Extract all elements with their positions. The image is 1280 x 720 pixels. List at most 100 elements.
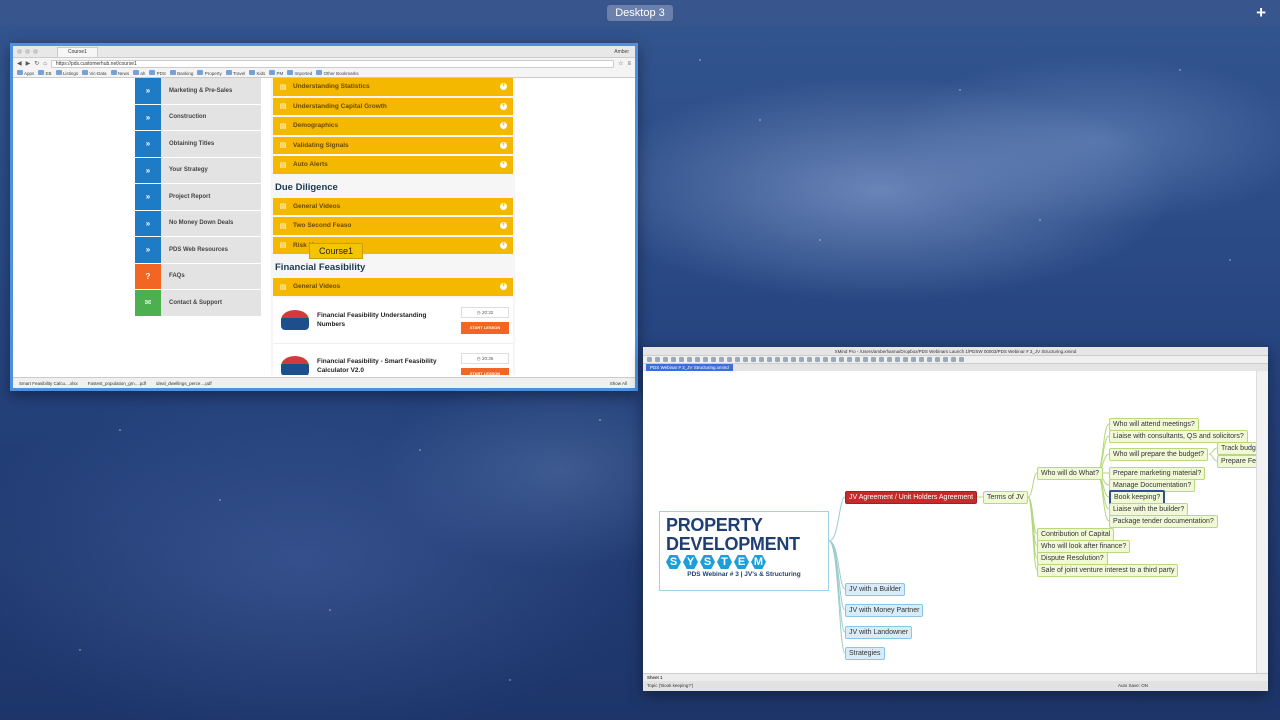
show-all-downloads-button[interactable]: Show All xyxy=(610,381,627,386)
bookmark-item[interactable]: Banking xyxy=(169,70,193,76)
toolbar-icon[interactable] xyxy=(791,357,796,362)
sheet-tab[interactable]: Sheet 1 xyxy=(643,673,1268,681)
sidebar-item[interactable]: » Marketing & Pre-Sales xyxy=(135,78,261,105)
toolbar-icon[interactable] xyxy=(647,357,652,362)
browser-tab[interactable]: Course1 xyxy=(57,46,98,57)
bookmark-item[interactable]: Imported xyxy=(287,70,312,76)
expand-icon[interactable]: + xyxy=(500,283,507,291)
toolbar-icon[interactable] xyxy=(879,357,884,362)
toolbar-icon[interactable] xyxy=(775,357,780,362)
toolbar-icon[interactable] xyxy=(727,357,732,362)
toolbar-icon[interactable] xyxy=(751,357,756,362)
lesson-row[interactable]: ▤ General Videos + xyxy=(273,197,513,215)
sidebar-item[interactable]: » Obtaining Titles xyxy=(135,131,261,158)
toolbar-icon[interactable] xyxy=(719,357,724,362)
toolbar-icon[interactable] xyxy=(687,357,692,362)
home-icon[interactable]: ⌂ xyxy=(43,61,47,67)
back-icon[interactable]: ◀ xyxy=(17,60,22,67)
toolbar-icon[interactable] xyxy=(679,357,684,362)
toolbar-icon[interactable] xyxy=(767,357,772,362)
bookmark-item[interactable]: PM xyxy=(269,70,283,76)
bookmark-item[interactable]: Kids xyxy=(249,70,265,76)
minimize-icon[interactable] xyxy=(25,49,30,54)
toolbar-icon[interactable] xyxy=(911,357,916,362)
sidebar-item[interactable]: ? FAQs xyxy=(135,263,261,290)
toolbar-icon[interactable] xyxy=(871,357,876,362)
expand-icon[interactable]: + xyxy=(500,161,507,169)
toolbar-icon[interactable] xyxy=(943,357,948,362)
mindmap-canvas[interactable]: PROPERTY DEVELOPMENT SYSTEM PDS Webinar … xyxy=(643,371,1264,675)
start-lesson-button[interactable]: START LESSON xyxy=(461,321,509,334)
sidebar-item[interactable]: » PDS Web Resources xyxy=(135,237,261,264)
toolbar-icon[interactable] xyxy=(671,357,676,362)
menu-icon[interactable]: ≡ xyxy=(627,61,631,67)
close-icon[interactable] xyxy=(17,49,22,54)
toolbar-icon[interactable] xyxy=(855,357,860,362)
star-icon[interactable]: ☆ xyxy=(618,60,623,67)
xmind-file-tab[interactable]: PDS Webinar # 3_JV Structuring.xmind xyxy=(646,364,733,371)
toolbar-icon[interactable] xyxy=(951,357,956,362)
vertical-scrollbar[interactable] xyxy=(1256,371,1268,675)
toolbar-icon[interactable] xyxy=(863,357,868,362)
toolbar-icon[interactable] xyxy=(815,357,820,362)
profile-label[interactable]: Amber xyxy=(614,49,629,55)
toolbar-icon[interactable] xyxy=(743,357,748,362)
toolbar-icon[interactable] xyxy=(823,357,828,362)
download-item[interactable]: ideal_dwellings_perce....pdf xyxy=(156,381,212,386)
lesson-row[interactable]: ▤ Auto Alerts + xyxy=(273,156,513,174)
node-prepare-budget[interactable]: Who will prepare the budget? xyxy=(1109,448,1209,461)
expand-icon[interactable]: + xyxy=(500,202,507,210)
bookmark-item[interactable]: Property xyxy=(197,70,222,76)
toolbar-icon[interactable] xyxy=(807,357,812,362)
toolbar-icon[interactable] xyxy=(735,357,740,362)
node-jv-agreement[interactable]: JV Agreement / Unit Holders Agreement xyxy=(845,491,978,504)
node-jv-money-partner[interactable]: JV with Money Partner xyxy=(845,604,924,617)
expand-icon[interactable]: + xyxy=(500,222,507,230)
lesson-row[interactable]: ▤ Demographics + xyxy=(273,117,513,135)
bookmark-item[interactable]: Travel xyxy=(225,70,245,76)
lesson-row[interactable]: ▤ Understanding Capital Growth + xyxy=(273,97,513,115)
url-input[interactable]: https://pds.customerhub.net/course1 xyxy=(50,59,615,68)
browser-window[interactable]: Course1 Amber ◀ ▶ ↻ ⌂ https://pds.custom… xyxy=(10,43,638,391)
node-who-do-what[interactable]: Who will do What? xyxy=(1037,467,1103,480)
expand-icon[interactable]: + xyxy=(500,241,507,249)
toolbar-icon[interactable] xyxy=(887,357,892,362)
node-tender-documentation[interactable]: Package tender documentation? xyxy=(1109,515,1218,528)
toolbar-icon[interactable] xyxy=(783,357,788,362)
toolbar-icon[interactable] xyxy=(655,357,660,362)
bookmark-item[interactable]: Vic-Data xyxy=(82,70,107,76)
bookmark-item[interactable]: ah xyxy=(133,70,145,76)
bookmark-item[interactable]: Other Bookmarks xyxy=(316,70,359,76)
expand-icon[interactable]: + xyxy=(500,83,507,91)
toolbar-icon[interactable] xyxy=(711,357,716,362)
toolbar-icon[interactable] xyxy=(959,357,964,362)
toolbar-icon[interactable] xyxy=(799,357,804,362)
node-terms-of-jv[interactable]: Terms of JV xyxy=(983,491,1028,504)
sidebar-item[interactable]: » No Money Down Deals xyxy=(135,210,261,237)
node-sale-jv-interest[interactable]: Sale of joint venture interest to a thir… xyxy=(1037,564,1179,577)
lesson-row[interactable]: ▤ Validating Signals + xyxy=(273,136,513,154)
download-item[interactable]: Fastest_population_grn....pdf xyxy=(88,381,146,386)
lesson-row[interactable]: ▤ Two Second Feaso + xyxy=(273,217,513,235)
node-jv-landowner[interactable]: JV with Landowner xyxy=(845,626,913,639)
download-item[interactable]: Smart Feasibility Calcu....xlsx xyxy=(19,381,78,386)
lesson-row[interactable]: ▤ General Videos + xyxy=(273,278,513,296)
toolbar-icon[interactable] xyxy=(839,357,844,362)
bookmark-item[interactable]: Listings xyxy=(55,70,78,76)
sidebar-item[interactable]: ✉ Contact & Support xyxy=(135,290,261,317)
bookmark-item[interactable]: Apps xyxy=(17,70,34,76)
toolbar-icon[interactable] xyxy=(759,357,764,362)
sidebar-item[interactable]: » Your Strategy xyxy=(135,157,261,184)
expand-icon[interactable]: + xyxy=(500,122,507,130)
add-desktop-button[interactable]: + xyxy=(1256,3,1266,23)
toolbar-icon[interactable] xyxy=(895,357,900,362)
bookmark-item[interactable]: PDS xyxy=(149,70,166,76)
toolbar-icon[interactable] xyxy=(831,357,836,362)
bookmark-item[interactable]: EB xyxy=(38,70,52,76)
reload-icon[interactable]: ↻ xyxy=(34,60,39,67)
xmind-window[interactable]: XMind Pro - /Users/amberhanna/Dropbox/PD… xyxy=(643,347,1268,691)
pds-logo-card[interactable]: PROPERTY DEVELOPMENT SYSTEM PDS Webinar … xyxy=(659,511,829,591)
desktop-3-label[interactable]: Desktop 3 xyxy=(607,5,673,21)
expand-icon[interactable]: + xyxy=(500,141,507,149)
toolbar-icon[interactable] xyxy=(663,357,668,362)
